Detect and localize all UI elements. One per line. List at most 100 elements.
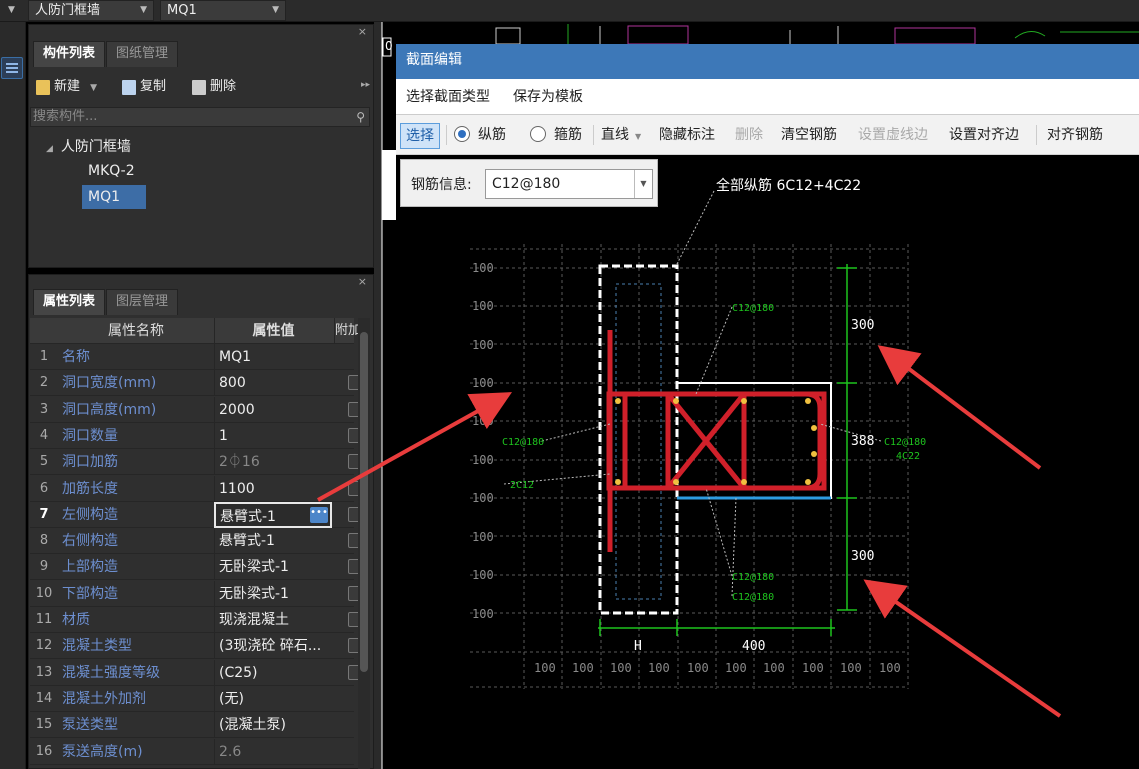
section-drawing-canvas[interactable]: 100 100 100 100 100 100 100 100 100 100 … [396,44,1139,769]
property-value[interactable]: 悬臂式-1 [214,528,332,555]
new-button[interactable]: 新建 ▼ [34,76,97,98]
property-row[interactable]: 9 上部构造 无卧梁式-1 [30,554,363,581]
property-row[interactable]: 6 加筋长度 1100 [30,475,363,502]
grid-label: 100 [763,661,785,675]
row-number: 14 [35,690,53,706]
property-name: 洞口高度(mm) [62,401,157,418]
property-name: 泵送高度(m) [62,743,143,760]
property-value[interactable]: MQ1 [214,344,332,370]
property-panel-tabs: 属性列表 图层管理 [33,289,179,315]
chevron-down-icon[interactable]: ▼ [8,0,15,21]
copy-button[interactable]: 复制 [120,76,166,98]
property-row[interactable]: 15 泵送类型 (混凝土泵) [30,712,354,739]
list-view-icon[interactable] [1,57,23,79]
property-value-text: 无卧梁式-1 [219,559,289,576]
property-row[interactable]: 13 混凝土强度等级 (C25) [30,659,363,686]
tree-root-node[interactable]: ◢ 人防门框墙 [46,136,131,156]
property-value[interactable]: (3现浇砼 碎石... [214,633,332,660]
rebar-info-value: C12@180 [492,176,561,192]
search-input[interactable]: 搜索构件... ⚲ [30,107,370,127]
delete-button[interactable]: 删除 [190,76,236,98]
header-property-name: 属性名称 [108,323,164,339]
rebar-info-label: 钢筋信息: [411,177,472,193]
property-row[interactable]: 11 材质 现浇混凝土 [30,607,363,633]
row-number: 5 [39,454,49,470]
collapse-icon[interactable]: ◢ [46,144,53,154]
all-longitudinal-label: 全部纵筋 6C12+4C22 [716,177,861,194]
property-name: 左侧构造 [62,506,118,523]
property-row[interactable]: 16 泵送高度(m) 2.6 [30,738,354,765]
property-row[interactable]: 3 洞口高度(mm) 2000 [30,396,363,423]
property-row[interactable]: 14 混凝土外加剂 (无) [30,685,354,712]
ann-c12-right: C12@180 [884,437,926,448]
left-tool-strip [0,22,26,769]
property-value[interactable]: (C25) [214,659,332,686]
property-row[interactable]: 12 混凝土类型 (3现浇砼 碎石... [30,633,363,660]
property-value-text: (3现浇砼 碎石... [219,638,322,655]
header-extra: 附加 [334,318,361,344]
property-value[interactable]: 2⏀16 [214,449,332,476]
grid-label: 100 [472,376,494,390]
property-value[interactable]: (混凝土泵) [214,712,332,739]
grid-labels-bottom: 100 100 100 100 100 100 100 100 100 100 [534,661,901,675]
grid [470,244,909,689]
ann-c12-left: C12@180 [502,437,544,448]
property-value-text: 无卧梁式-1 [219,585,289,602]
property-row[interactable]: 8 右侧构造 悬臂式-1 [30,528,363,555]
property-value[interactable]: 无卧梁式-1 [214,554,332,581]
property-row[interactable]: 2 洞口宽度(mm) 800 [30,370,363,397]
grid-label: 100 [472,568,494,582]
close-icon[interactable]: × [358,275,367,288]
property-value-text: 悬臂式-1 [220,508,276,525]
property-row[interactable]: 4 洞口数量 1 [30,422,363,449]
row-number: 2 [39,375,49,391]
property-value[interactable]: 悬臂式-1 ••• [214,501,332,528]
property-name: 洞口加筋 [62,454,118,471]
property-value-text: 2000 [219,401,255,418]
dim-bottom-h: H [634,639,642,654]
overflow-icon[interactable]: ▸▸ [361,80,370,90]
property-value-text: 2⏀16 [219,454,260,471]
property-value[interactable]: 800 [214,370,332,397]
ann-2c12: 2C12 [510,480,534,491]
property-value[interactable]: 1100 [214,475,332,502]
property-row[interactable]: 7 左侧构造 悬臂式-1 ••• [30,501,363,528]
property-value-text: (混凝土泵) [219,717,286,734]
panel-splitter[interactable] [374,22,382,769]
tree-item-mkq2[interactable]: MKQ-2 [82,159,141,183]
component-type-dropdown[interactable]: 人防门框墙 ▼ [28,0,154,21]
row-number: 13 [35,664,53,680]
tree-item-mq1[interactable]: MQ1 [82,185,146,209]
dim-mid-right: 388 [851,434,874,449]
property-name: 混凝土类型 [62,638,132,655]
header-property-value: 属性值 [214,318,332,344]
property-value[interactable]: 无卧梁式-1 [214,580,332,607]
rebar-info-box: 钢筋信息: C12@180 ▼ [400,159,658,207]
property-name: 材质 [62,612,90,628]
tab-property-list[interactable]: 属性列表 [33,289,106,315]
component-type-value: 人防门框墙 [35,3,101,18]
rebar-info-select[interactable]: C12@180 ▼ [485,169,653,199]
property-row[interactable]: 1 名称 MQ1 [30,344,354,370]
property-value[interactable]: (无) [214,685,332,712]
property-row[interactable]: 5 洞口加筋 2⏀16 [30,449,363,476]
search-icon[interactable]: ⚲ [356,108,365,126]
property-value[interactable]: 1 [214,422,332,449]
chevron-down-icon: ▼ [90,83,98,93]
row-number: 9 [39,559,49,575]
property-value[interactable]: 现浇混凝土 [214,607,332,633]
scrollbar-thumb[interactable] [360,332,368,672]
ellipsis-icon[interactable]: ••• [310,506,328,523]
property-value-text: 2.6 [219,743,242,760]
property-scrollbar[interactable] [358,318,370,769]
tab-drawing-management[interactable]: 图纸管理 [106,41,179,67]
close-icon[interactable]: × [358,25,367,38]
row-number: 1 [39,349,49,364]
property-value-text: 现浇混凝土 [219,612,289,628]
tab-layer-management[interactable]: 图层管理 [106,289,179,315]
component-name-dropdown[interactable]: MQ1 ▼ [160,0,286,21]
property-value[interactable]: 2000 [214,396,332,423]
property-row[interactable]: 10 下部构造 无卧梁式-1 [30,580,363,607]
tab-component-list[interactable]: 构件列表 [33,41,106,67]
property-value[interactable]: 2.6 [214,738,332,765]
